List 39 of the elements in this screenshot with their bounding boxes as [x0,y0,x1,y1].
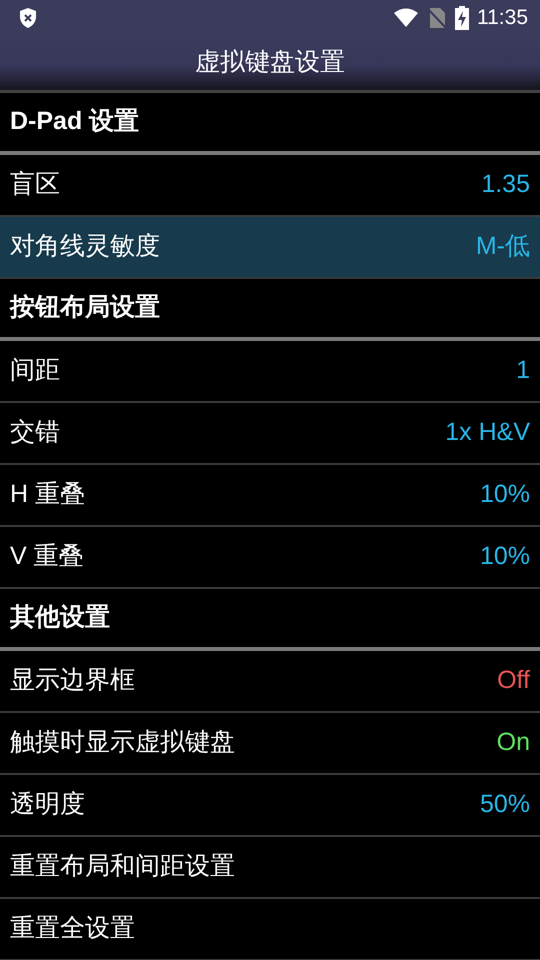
setting-label: 重置布局和间距设置 [10,851,235,882]
setting-label: 对角线灵敏度 [10,231,160,262]
setting-row[interactable]: 显示边界框 Off [0,651,540,713]
section-header: 其他设置 [10,602,110,634]
battery-charging-icon [455,6,469,30]
no-sim-icon [427,7,447,29]
setting-row[interactable]: 重置布局和间距设置 [0,837,540,899]
setting-label: 重置全设置 [10,913,135,944]
wifi-icon [393,8,419,28]
setting-value: 10% [480,541,530,572]
setting-label: 透明度 [10,789,85,820]
section-header: D-Pad 设置 [10,106,140,138]
setting-value: 1x H&V [445,417,530,448]
setting-label: 盲区 [10,169,60,200]
setting-label: 交错 [10,417,60,448]
setting-label: V 重叠 [10,541,84,572]
setting-row[interactable]: 透明度 50% [0,775,540,837]
setting-row[interactable]: V 重叠 10% [0,527,540,589]
setting-row[interactable]: 间距 1 [0,341,540,403]
setting-label: H 重叠 [10,479,85,510]
setting-value: 1.35 [481,169,530,200]
setting-row[interactable]: 触摸时显示虚拟键盘 On [0,713,540,775]
setting-row[interactable]: 对角线灵敏度 M-低 [0,217,540,279]
setting-value: On [496,727,530,758]
screen-title: 虚拟键盘设置 [195,47,345,78]
setting-label: 触摸时显示虚拟键盘 [10,727,235,758]
setting-value: 10% [480,479,530,510]
setting-row[interactable]: H 重叠 10% [0,465,540,527]
setting-row[interactable]: 交错 1x H&V [0,403,540,465]
setting-row[interactable]: 重置全设置 [0,899,540,960]
setting-value: M-低 [476,231,530,262]
clock-time: 11:35 [477,5,528,32]
shield-icon [18,7,38,29]
setting-label: 间距 [10,355,60,386]
setting-value: 50% [480,789,530,820]
setting-value: Off [497,665,530,696]
setting-value: 1 [516,355,530,386]
setting-label: 显示边界框 [10,665,135,696]
section-header: 按钮布局设置 [10,292,160,324]
